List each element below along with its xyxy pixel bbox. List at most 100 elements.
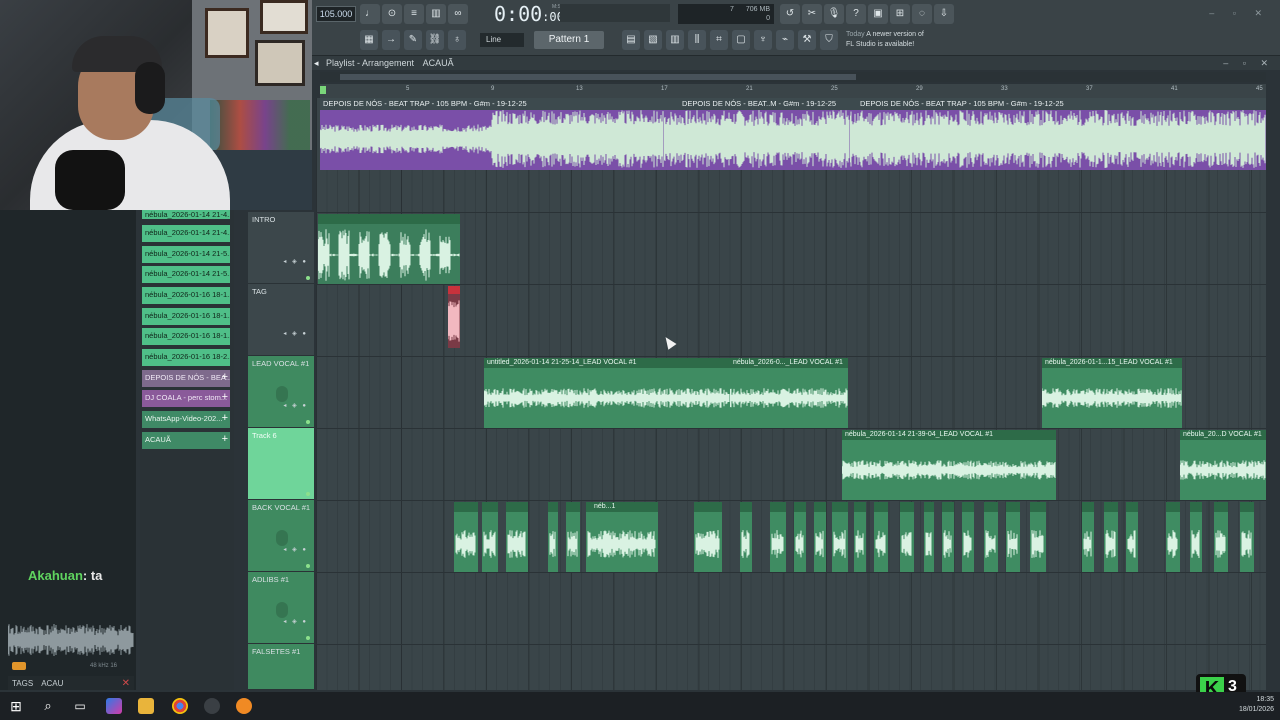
browser-item[interactable]: nébula_2026-01-16 18-1... (142, 287, 230, 304)
piano-roll-icon[interactable]: ▥ (666, 30, 684, 50)
system-clock[interactable]: 18:35 18/01/2026 (1239, 695, 1274, 715)
browser-item[interactable]: nébula_2026-01-16 18-1... (142, 308, 230, 325)
browser-item[interactable]: DEPOIS DE NÓS - BEA... + (142, 370, 230, 387)
menu-arrow-icon[interactable]: ◂ (314, 56, 319, 70)
track-header-intro[interactable]: INTRO ◂ ◈ ● (248, 212, 314, 284)
browser-item[interactable]: nébula_2026-01-14 21-4... (142, 225, 230, 242)
audio-clip-track-6[interactable]: nébula_2026-01-14 21-39-04_LEAD VOCAL #1 (842, 430, 1056, 500)
track-led[interactable] (306, 420, 310, 424)
metronome-icon[interactable]: ♩ (360, 4, 380, 24)
snap-select[interactable]: Line (480, 33, 524, 47)
stamp-icon[interactable]: ♁ (448, 30, 466, 50)
audio-clip-lead-vocal[interactable]: nébula_2026-01-1...15_LEAD VOCAL #1 (1042, 358, 1182, 428)
chat-message: Akahuan: ta (28, 568, 102, 583)
obs-icon[interactable] (204, 698, 220, 714)
audio-clip-lead-vocal[interactable]: nébula_2026-0..._LEAD VOCAL #1 (730, 358, 848, 428)
fl-studio-icon[interactable] (236, 698, 252, 714)
copilot-icon[interactable] (106, 698, 122, 714)
tempo-tap-icon[interactable]: ♆ (754, 30, 772, 50)
channel-rack-icon[interactable]: ▧ (644, 30, 662, 50)
chrome-icon[interactable] (172, 698, 188, 714)
browser-item[interactable]: nébula_2026-01-16 18-2... (142, 349, 230, 366)
audio-clip-track-6[interactable]: nébula_20...D VOCAL #1 (1180, 430, 1266, 500)
touch-keyboard-icon[interactable]: ⌁ (776, 30, 794, 50)
audio-clip-lead-vocal[interactable]: untitled_2026-01-14 21-25-14_LEAD VOCAL … (484, 358, 730, 428)
piano-icon[interactable]: ▦ (360, 30, 378, 50)
track-controls[interactable]: ◂ ◈ ● (283, 258, 308, 265)
audio-clip-tag[interactable] (448, 286, 460, 348)
chat-icon[interactable]: ◌ (912, 4, 932, 24)
help-icon[interactable]: ? (846, 4, 866, 24)
browser-item[interactable]: nébula_2026-01-16 18-1... (142, 328, 230, 345)
speaker-icon[interactable] (12, 662, 26, 670)
search-icon[interactable]: ⌕ (40, 698, 56, 714)
link-icon[interactable]: ⛓ (426, 30, 444, 50)
step-edit-icon[interactable]: ≡ (404, 4, 424, 24)
track-header-adlibs[interactable]: ADLIBS #1 ◂ ◈ ● (248, 572, 314, 644)
audio-clip-beat[interactable]: DEPOIS DE NÓS - BEAT..M - G#m - 19-12-25 (664, 98, 850, 170)
browser-item[interactable]: nébula_2026-01-14 21-5... (142, 246, 230, 263)
track-controls[interactable]: ◂ ◈ ● (283, 402, 308, 409)
playlist-icon[interactable]: ▤ (622, 30, 640, 50)
arrangement-name[interactable]: ACAUÃ (423, 58, 454, 68)
track-led[interactable] (306, 492, 310, 496)
window-controls[interactable]: – ▫ ✕ (1209, 8, 1270, 19)
timeline-ruler[interactable]: 5 9 13 17 21 25 29 33 37 41 45 (320, 84, 1266, 98)
download-icon[interactable]: ⇩ (934, 4, 954, 24)
add-icon[interactable]: + (222, 433, 228, 445)
audio-clip-beat[interactable]: DEPOIS DE NÓS - BEAT TRAP - 105 BPM - G#… (320, 98, 664, 170)
playlist-title-bar[interactable]: ◂ Playlist - Arrangement ACAUÃ – ▫ ✕ (312, 56, 1280, 70)
playhead-marker[interactable] (320, 86, 326, 94)
task-view-icon[interactable]: ▭ (72, 698, 88, 714)
master-volume-slider[interactable] (560, 4, 670, 22)
track-header-lead-vocal[interactable]: LEAD VOCAL #1 ◂ ◈ ● (248, 356, 314, 428)
browser-item[interactable]: ACAUÃ + (142, 432, 230, 449)
close-icon[interactable]: ✕ (122, 678, 130, 689)
audio-clip-intro[interactable] (318, 214, 460, 284)
plugin-icon[interactable]: ▢ (732, 30, 750, 50)
browser-item[interactable]: nébula_2026-01-14 21-4... (142, 210, 230, 219)
browser-item[interactable]: DJ COALA - perc stom... + (142, 390, 230, 407)
audio-clip-beat[interactable]: DEPOIS DE NÓS - BEAT TRAP - 105 BPM - G#… (850, 98, 1266, 170)
wait-input-icon[interactable]: ▥ (426, 4, 446, 24)
track-controls[interactable]: ◂ ◈ ● (283, 618, 308, 625)
tags-bar[interactable]: TAGS ACAU ✕ (8, 676, 134, 690)
horizontal-scrollbar[interactable] (320, 72, 1266, 82)
playlist-window-controls[interactable]: – ▫ ✕ (1223, 56, 1274, 70)
track-led[interactable] (306, 636, 310, 640)
browser-icon[interactable]: ⌗ (710, 30, 728, 50)
save-icon[interactable]: ▣ (868, 4, 888, 24)
cut-icon[interactable]: ✂ (802, 4, 822, 24)
mixer-panel-icon[interactable]: ⫼ (688, 30, 706, 50)
tempo-display[interactable]: 105.000 (316, 6, 356, 22)
track-led[interactable] (306, 276, 310, 280)
mixer-icon[interactable]: ⊞ (890, 4, 910, 24)
browser-item[interactable]: nébula_2026-01-14 21-5... (142, 266, 230, 283)
record-mode-icon[interactable]: ⊙ (382, 4, 402, 24)
back-vocal-clips[interactable]: néb...1 (454, 502, 1266, 572)
news-panel[interactable]: Today A newer version of FL Studio is av… (846, 30, 924, 50)
track-header-track-6[interactable]: Track 6 (248, 428, 314, 500)
track-controls[interactable]: ◂ ◈ ● (283, 546, 308, 553)
browser-item[interactable]: WhatsApp-Video-202... + (142, 411, 230, 428)
wrench-icon[interactable]: ⚒ (798, 30, 816, 50)
add-icon[interactable]: + (222, 371, 228, 383)
track-header-falsetes[interactable]: FALSETES #1 (248, 644, 314, 690)
track-led[interactable] (306, 564, 310, 568)
track-header-tag[interactable]: TAG ◂ ◈ ● (248, 284, 314, 356)
add-icon[interactable]: + (222, 412, 228, 424)
tags-filter-input[interactable]: ACAU (41, 679, 63, 688)
add-icon[interactable]: + (222, 391, 228, 403)
mic-icon[interactable]: 🎙 (824, 4, 844, 24)
undo-icon[interactable]: ↺ (780, 4, 800, 24)
windows-start-icon[interactable]: ⊞ (8, 698, 24, 714)
pencil-icon[interactable]: ✎ (404, 30, 422, 50)
folder-icon[interactable] (138, 698, 154, 714)
track-controls[interactable]: ◂ ◈ ● (283, 330, 308, 337)
store-icon[interactable]: ⛉ (820, 30, 838, 50)
loop-record-icon[interactable]: ∞ (448, 4, 468, 24)
sample-preview-waveform[interactable] (8, 618, 134, 662)
arrow-right-icon[interactable]: → (382, 30, 400, 50)
pattern-select[interactable]: Pattern 1 (534, 31, 604, 49)
track-header-back-vocal[interactable]: BACK VOCAL #1 ◂ ◈ ● (248, 500, 314, 572)
